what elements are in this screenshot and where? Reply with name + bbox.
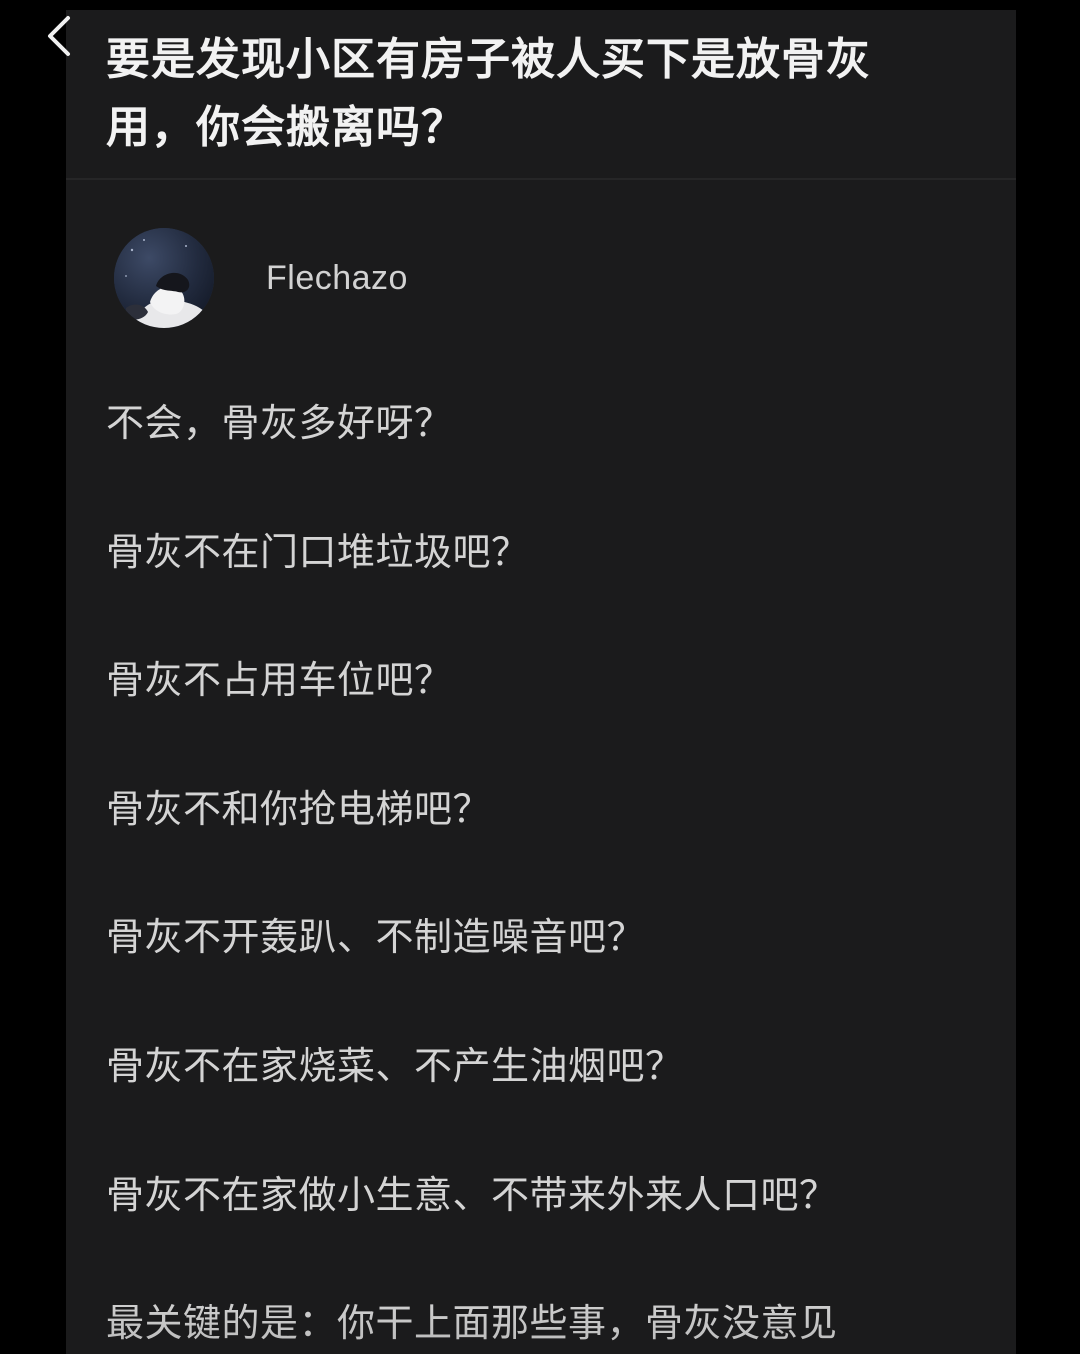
author-info[interactable]: Flechazo: [114, 228, 408, 328]
answer-line: 骨灰不开轰趴、不制造噪音吧？: [106, 915, 646, 960]
answer-line: 不会，骨灰多好呀？: [106, 401, 453, 445]
answer-line: 骨灰不在门口堆垃圾吧？: [106, 529, 530, 574]
answer-line: 骨灰不在家做小生意、不带来外来人口吧？: [106, 1172, 838, 1217]
avatar[interactable]: [114, 228, 214, 328]
header-divider: [66, 178, 1016, 180]
chevron-left-icon: [48, 16, 70, 56]
answer-line: 最关键的是：你干上面那些事，骨灰没意见: [106, 1301, 838, 1346]
avatar-image: [114, 228, 214, 328]
answer-content: 不会，骨灰多好呀？ 骨灰不在门口堆垃圾吧？ 骨灰不占用车位吧？ 骨灰不和你抢电梯…: [106, 392, 986, 1354]
question-title[interactable]: 要是发现小区有房子被人买下是放骨灰用，你会搬离吗？: [106, 26, 936, 162]
answer-line: 骨灰不在家烧菜、不产生油烟吧？: [106, 1043, 684, 1088]
answer-line: 骨灰不和你抢电梯吧？: [106, 786, 492, 831]
answer-line: 骨灰不占用车位吧？: [106, 658, 453, 703]
author-name[interactable]: Flechazo: [266, 259, 408, 298]
back-button[interactable]: [40, 12, 80, 64]
